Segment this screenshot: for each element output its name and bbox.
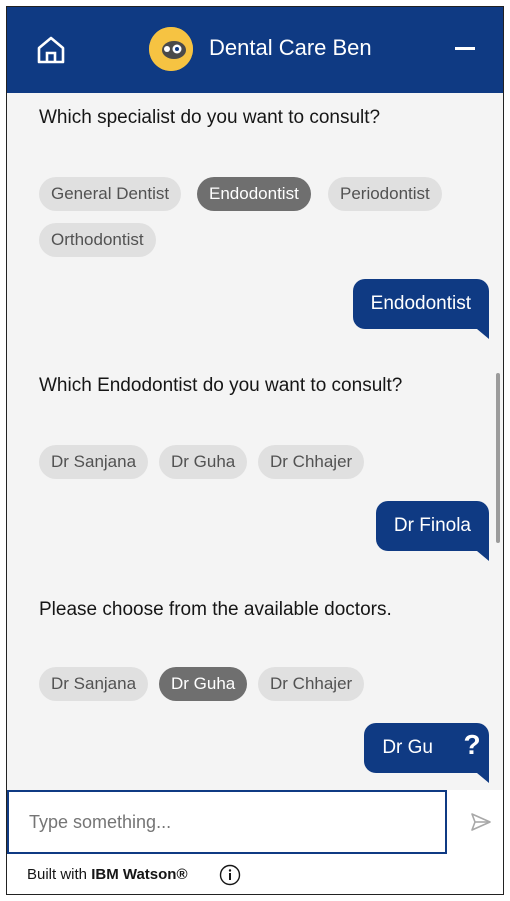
bot-message: Which Endodontist do you want to consult… — [39, 375, 403, 396]
option-chip[interactable]: Dr Sanjana — [39, 445, 149, 479]
option-chip[interactable]: Dr Sanjana — [39, 667, 149, 701]
option-chip-selected[interactable]: Dr Guha — [159, 667, 248, 701]
input-area — [7, 790, 503, 854]
option-chip[interactable]: Dr Chhajer — [258, 445, 365, 479]
user-message: Endodontist — [352, 279, 490, 339]
option-chip[interactable]: Dr Chhajer — [258, 667, 365, 701]
option-chip[interactable]: General Dentist — [39, 177, 182, 211]
info-icon[interactable] — [219, 864, 241, 886]
option-chip[interactable]: Dr Guha — [159, 445, 248, 479]
send-icon[interactable] — [469, 810, 493, 834]
footer-text: Built with IBM Watson® — [27, 866, 188, 883]
bot-message: Please choose from the available doctors… — [39, 599, 392, 620]
help-button[interactable]: ? — [456, 729, 488, 761]
footer-brand: IBM Watson® — [91, 866, 188, 883]
bot-avatar — [149, 27, 193, 71]
minimize-button[interactable] — [455, 47, 475, 50]
home-icon[interactable] — [33, 31, 69, 67]
footer-prefix: Built with — [27, 866, 88, 883]
footer: Built with IBM Watson® — [7, 854, 503, 894]
message-input[interactable] — [7, 790, 447, 854]
option-chip-selected[interactable]: Endodontist — [197, 177, 311, 211]
chat-header: Dental Care Ben — [7, 7, 503, 93]
scrollbar[interactable] — [496, 373, 500, 543]
chat-title: Dental Care Ben — [209, 35, 372, 60]
user-message: Dr Finola — [375, 501, 490, 561]
option-chip[interactable]: Periodontist — [328, 177, 442, 211]
chat-window: Dental Care Ben Which specialist do you … — [6, 6, 504, 895]
option-chip[interactable]: Orthodontist — [39, 223, 156, 257]
bot-message: Which specialist do you want to consult? — [39, 107, 381, 128]
message-list: Which specialist do you want to consult?… — [7, 93, 503, 790]
